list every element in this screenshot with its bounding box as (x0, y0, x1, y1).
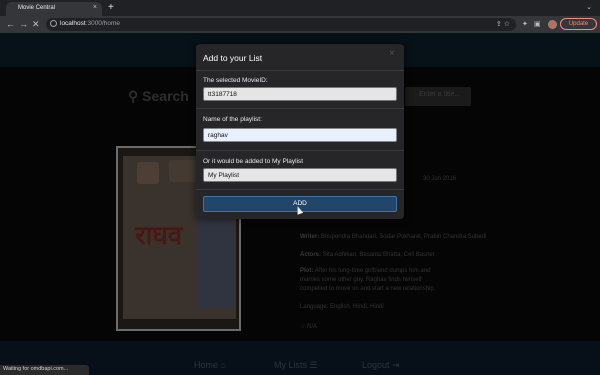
update-button[interactable]: Update (560, 18, 597, 30)
default-playlist-label: Or it would be added to My Playlist (203, 158, 304, 165)
stop-icon[interactable]: ✕ (32, 18, 40, 30)
rating-line: ☆ N/A (300, 324, 318, 330)
actors-line: Actors: Sita Adhikari, Basanta Bhatta, C… (300, 252, 434, 258)
close-icon[interactable]: × (389, 48, 395, 60)
tab-search-icon[interactable]: ⌄ (586, 3, 592, 11)
rating-value: N/A (307, 324, 318, 330)
footer-home-label: Home (194, 360, 219, 370)
footer-logout-link[interactable]: Logout ⇥ (362, 360, 400, 371)
add-to-list-modal: Add to your List × The selected MovieID:… (196, 44, 404, 219)
field-divider (196, 150, 404, 151)
search-heading-text: Search (142, 88, 189, 104)
modal-title: Add to your List (203, 53, 263, 63)
field-divider (196, 108, 404, 109)
footer-home-link[interactable]: Home ⌂ (194, 360, 226, 370)
side-panel-icon[interactable]: ▣ (534, 20, 541, 28)
url-host: localhost (60, 20, 86, 27)
playlist-name-field[interactable] (203, 128, 397, 142)
poster-face-left (137, 162, 159, 184)
playlist-name-label: Name of the playlist: (203, 116, 262, 123)
tab-title: Movie Central (18, 5, 56, 11)
footer-my-lists-link[interactable]: My Lists ☰ (274, 360, 318, 371)
app-footer: Home ⌂ My Lists ☰ Logout ⇥ (0, 341, 600, 375)
tab-movie-central[interactable]: Movie Central × (6, 2, 102, 16)
status-text: Waiting for omdbapi.com... (3, 366, 69, 372)
status-bubble: Waiting for omdbapi.com... (0, 365, 89, 375)
extensions-icon[interactable]: ✦ (522, 20, 528, 28)
writer-line: Writer: Bhupendra Bhandari, Sodar Pokhar… (300, 234, 486, 240)
search-input[interactable]: Enter a title... (405, 87, 471, 106)
release-date: 30 Jun 2016 (423, 176, 457, 182)
back-icon[interactable]: ← (6, 18, 15, 30)
poster-face-right (169, 160, 199, 182)
new-tab-icon[interactable]: + (108, 3, 114, 13)
modal-divider (196, 70, 404, 71)
plot-label: Plot: (300, 268, 314, 274)
actors-value: Sita Adhikari, Basanta Bhatta, Cell Basn… (322, 252, 435, 258)
poster-figure (197, 216, 233, 308)
url-text: localhost:3000/home (60, 20, 120, 27)
actors-label: Actors: (300, 252, 322, 258)
field-divider (196, 189, 404, 190)
site-info-icon[interactable] (50, 20, 57, 27)
close-tab-icon[interactable]: × (93, 4, 97, 12)
search-placeholder: Enter a title... (419, 91, 461, 98)
writer-label: Writer: (300, 234, 320, 240)
poster-title-logo: राघव (135, 221, 183, 251)
language-line: Language: English, Hindi, Hindi (300, 304, 384, 310)
share-bookmark-icons[interactable]: ⇪ ☆ (496, 20, 510, 28)
plot-line: Plot: After his long-time girlfriend dum… (300, 268, 430, 274)
search-heading: ⚲ Search (128, 88, 189, 104)
profile-avatar[interactable] (548, 20, 557, 29)
writer-value: Bhupendra Bhandari, Sodar Pokharel, Prab… (320, 234, 487, 240)
url-path: :3000/home (85, 20, 120, 27)
forward-icon[interactable]: → (19, 18, 28, 30)
browser-toolbar: ← → ✕ localhost:3000/home ⇪ ☆ ✦ ▣ (0, 16, 600, 33)
browser-window: Movie Central × + ⌄ ← → ✕ localhost:3000… (0, 0, 600, 375)
movie-id-label: The selected MovieID: (203, 77, 268, 84)
address-bar[interactable]: localhost:3000/home ⇪ ☆ (46, 18, 516, 31)
default-playlist-field[interactable] (203, 168, 397, 182)
plot-line-1: After his long-time girlfriend dumps him… (314, 268, 431, 274)
footer-logout-label: Logout (362, 360, 390, 370)
footer-my-lists-label: My Lists (274, 360, 308, 370)
tab-strip: Movie Central × + ⌄ (0, 0, 600, 16)
movie-id-field[interactable] (203, 87, 397, 101)
plot-line-3: compelled to move on and start a new rel… (300, 286, 436, 292)
plot-line-2: marries some other guy, Raghav finds him… (300, 277, 422, 283)
